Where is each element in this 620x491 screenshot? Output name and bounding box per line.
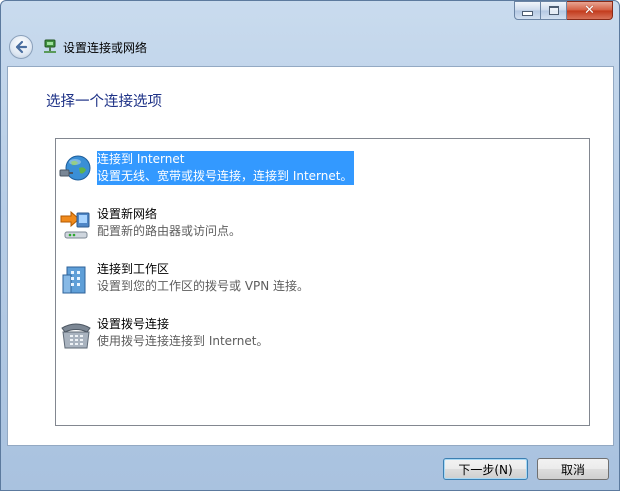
dialup-phone-icon — [61, 323, 91, 349]
option-text: 连接到 Internet 设置无线、宽带或拨号连接，连接到 Internet。 — [97, 151, 355, 185]
minimize-button[interactable] — [514, 1, 541, 20]
maximize-button[interactable] — [541, 1, 567, 20]
close-button[interactable]: ✕ — [567, 1, 613, 20]
page-heading: 选择一个连接选项 — [46, 94, 162, 110]
connection-options-list: 连接到 Internet 设置无线、宽带或拨号连接，连接到 Internet。 … — [55, 138, 590, 426]
option-connect-workplace[interactable]: 连接到工作区 设置到您的工作区的拨号或 VPN 连接。 — [56, 260, 589, 306]
option-title: 连接到工作区 — [97, 262, 170, 276]
wizard-footer: 下一步(N) 取消 — [1, 446, 619, 491]
option-setup-dialup[interactable]: 设置拨号连接 使用拨号连接连接到 Internet。 — [56, 315, 589, 361]
wizard-window: ✕ 设置连接或网络 选择一个连接选项 连接到 Internet 设置无线、宽带或… — [0, 0, 620, 491]
option-connect-internet[interactable]: 连接到 Internet 设置无线、宽带或拨号连接，连接到 Internet。 — [56, 150, 589, 196]
option-text: 设置拨号连接 使用拨号连接连接到 Internet。 — [97, 316, 268, 350]
option-new-network[interactable]: 设置新网络 配置新的路由器或访问点。 — [56, 205, 589, 251]
option-description: 使用拨号连接连接到 Internet。 — [97, 334, 269, 348]
close-icon: ✕ — [584, 3, 595, 18]
back-button[interactable] — [9, 35, 33, 59]
wizard-content: 选择一个连接选项 连接到 Internet 设置无线、宽带或拨号连接，连接到 I… — [7, 66, 614, 446]
workplace-building-icon — [62, 266, 86, 294]
option-title: 设置新网络 — [97, 207, 158, 221]
maximize-icon — [548, 6, 559, 15]
option-description: 配置新的路由器或访问点。 — [97, 224, 242, 238]
next-button[interactable]: 下一步(N) — [443, 458, 528, 480]
back-arrow-icon — [15, 40, 28, 54]
globe-network-icon — [59, 155, 91, 181]
option-text: 设置新网络 配置新的路由器或访问点。 — [97, 206, 241, 240]
window-title: 设置连接或网络 — [63, 40, 148, 55]
network-center-icon — [44, 39, 56, 53]
cancel-button[interactable]: 取消 — [537, 458, 609, 480]
option-title: 设置拨号连接 — [97, 317, 170, 331]
option-title: 连接到 Internet — [97, 152, 185, 166]
option-description: 设置到您的工作区的拨号或 VPN 连接。 — [97, 279, 310, 293]
option-description: 设置无线、宽带或拨号连接，连接到 Internet。 — [97, 169, 353, 183]
option-text: 连接到工作区 设置到您的工作区的拨号或 VPN 连接。 — [97, 261, 309, 295]
caption-controls: ✕ — [514, 1, 613, 20]
minimize-icon — [522, 11, 533, 16]
wizard-nav: 设置连接或网络 — [9, 34, 147, 60]
router-setup-icon — [60, 210, 90, 239]
